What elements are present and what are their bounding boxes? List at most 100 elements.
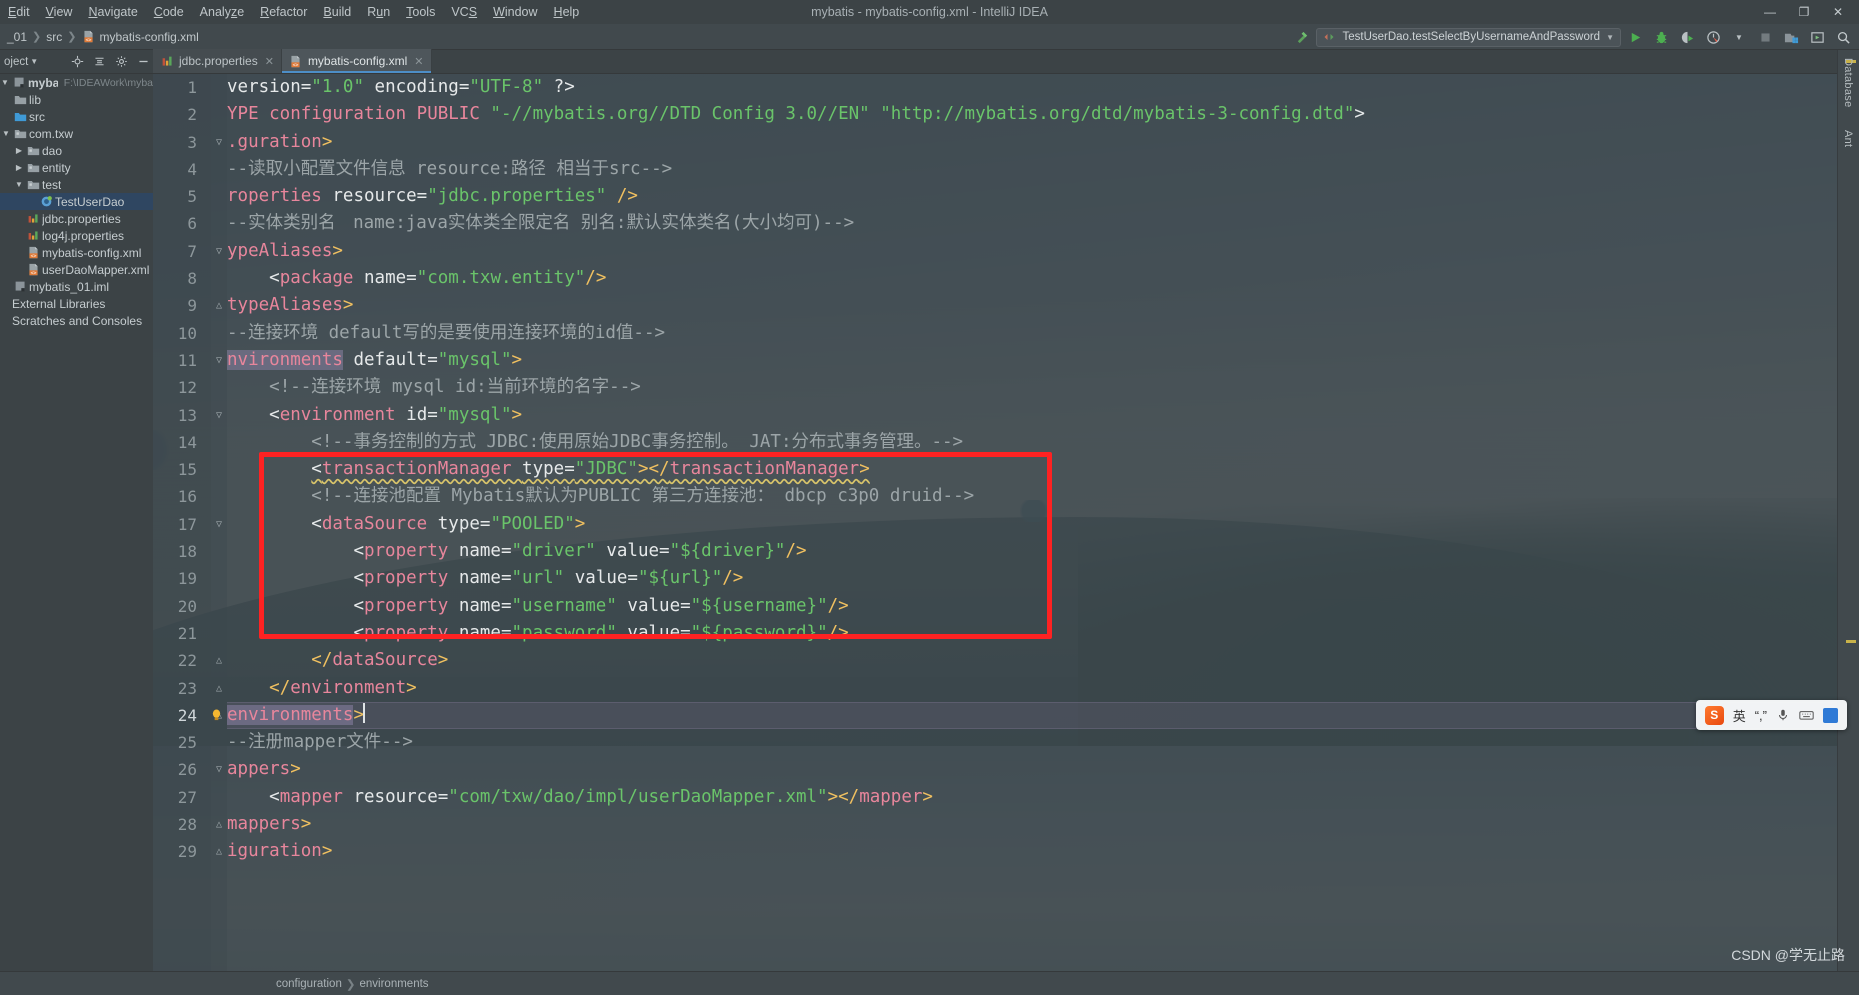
locate-icon[interactable] (67, 52, 87, 72)
tree-item-jdbc-properties[interactable]: jdbc.properties (0, 210, 153, 227)
code-editor[interactable]: 1 version="1.0" encoding="UTF-8" ?> 2 YPE c… (153, 74, 1837, 971)
breadcrumb-item-file[interactable]: <> mybatis-config.xml (78, 30, 201, 44)
code-line[interactable]: 4 --读取小配置文件信息 resource:路径 相当于src--> (153, 156, 1837, 183)
fold-expand-icon[interactable]: ▽ (211, 756, 227, 783)
tree-item-com-txw[interactable]: ▼ com.txw (0, 125, 153, 142)
coverage-icon[interactable] (1675, 26, 1699, 48)
settings-gear-icon[interactable] (111, 52, 131, 72)
fold-collapse-icon[interactable]: △ (211, 292, 227, 319)
tree-item-external-libraries[interactable]: External Libraries (0, 295, 153, 312)
layout-icon[interactable] (1805, 26, 1829, 48)
editor-tab-mybatis-config-xml[interactable]: <> mybatis-config.xml ✕ (281, 49, 432, 73)
ime-punctuation-toggle[interactable]: “,” (1755, 708, 1767, 723)
code-line[interactable]: 12 <!--连接环境 mysql id:当前环境的名字--> (153, 374, 1837, 401)
tool-window-button-database[interactable]: Database (1841, 54, 1855, 112)
menu-item-help[interactable]: Help (546, 0, 588, 24)
run-icon[interactable] (1623, 26, 1647, 48)
run-configuration-selector[interactable]: TestUserDao.testSelectByUsernameAndPassw… (1316, 27, 1621, 47)
menu-item-view[interactable]: View (38, 0, 81, 24)
fold-collapse-icon[interactable]: △ (211, 838, 227, 865)
close-icon[interactable]: ✕ (414, 55, 423, 68)
close-button[interactable]: ✕ (1821, 0, 1855, 24)
code-line[interactable]: 26 ▽ appers> (153, 756, 1837, 783)
code-line[interactable]: 3 ▽ .guration> (153, 129, 1837, 156)
code-line[interactable]: 20 <property name="username" value="${us… (153, 593, 1837, 620)
menu-item-edit[interactable]: Edit (0, 0, 38, 24)
code-line[interactable]: 16 <!--连接池配置 Mybatis默认为PUBLIC 第三方连接池： db… (153, 483, 1837, 510)
fold-collapse-icon[interactable]: △ (211, 647, 227, 674)
breadcrumb-item-project[interactable]: _01 (4, 30, 30, 44)
tree-item-mybatis-config-xml[interactable]: <> mybatis-config.xml (0, 244, 153, 261)
hide-tool-window-icon[interactable] (133, 52, 153, 72)
tool-window-button-ant[interactable]: Ant (1841, 126, 1855, 151)
tree-item-lib[interactable]: lib (0, 91, 153, 108)
keyboard-icon[interactable] (1799, 708, 1814, 722)
code-line[interactable]: 25 --注册mapper文件--> (153, 729, 1837, 756)
tree-item-mybatis-01[interactable]: ▼ mybatis_01 F:\IDEAWork\myba (0, 74, 153, 91)
build-hammer-icon[interactable] (1290, 26, 1314, 48)
menu-item-run[interactable]: Run (359, 0, 398, 24)
microphone-icon[interactable] (1776, 708, 1790, 722)
menu-item-tools[interactable]: Tools (398, 0, 443, 24)
stop-icon[interactable] (1753, 26, 1777, 48)
project-tree[interactable]: ▼ mybatis_01 F:\IDEAWork\myba lib src ▼ com.tx… (0, 74, 153, 971)
code-line[interactable]: 9 △ typeAliases> (153, 292, 1837, 319)
code-line[interactable]: 15 <transactionManager type="JDBC"></tra… (153, 456, 1837, 483)
twisty-collapsed-icon[interactable]: ▶ (14, 142, 24, 159)
menu-item-window[interactable]: Window (485, 0, 545, 24)
code-line[interactable]: 21 <property name="password" value="${pa… (153, 620, 1837, 647)
toolbox-icon[interactable] (1823, 707, 1838, 723)
fold-expand-icon[interactable]: ▽ (211, 129, 227, 156)
tree-item-src[interactable]: src (0, 108, 153, 125)
menu-item-build[interactable]: Build (315, 0, 359, 24)
close-icon[interactable]: ✕ (265, 55, 274, 68)
tree-item-entity[interactable]: ▶ entity (0, 159, 153, 176)
tree-item-userdaomapper-xml[interactable]: <> userDaoMapper.xml (0, 261, 153, 278)
menu-item-analyze[interactable]: Analyze (192, 0, 252, 24)
sogou-ime-logo-icon[interactable]: S (1704, 705, 1724, 725)
maximize-button[interactable]: ❐ (1787, 0, 1821, 24)
fold-expand-icon[interactable]: ▽ (211, 511, 227, 538)
code-line[interactable]: 8 <package name="com.txw.entity"/> (153, 265, 1837, 292)
chevron-down-icon[interactable]: ▼ (30, 57, 38, 66)
code-line[interactable]: 18 <property name="driver" value="${driv… (153, 538, 1837, 565)
twisty-collapsed-icon[interactable]: ▶ (14, 159, 24, 176)
project-tool-window-title[interactable]: oject (2, 56, 28, 68)
editor-tab-jdbc-properties[interactable]: jdbc.properties ✕ (153, 49, 282, 73)
fold-expand-icon[interactable]: ▽ (211, 238, 227, 265)
minimize-button[interactable]: — (1753, 0, 1787, 24)
tree-item-mybatis-01-iml[interactable]: mybatis_01.iml (0, 278, 153, 295)
code-line[interactable]: 27 <mapper resource="com/txw/dao/impl/us… (153, 784, 1837, 811)
code-line[interactable]: 11 ▽ nvironments default="mysql"> (153, 347, 1837, 374)
code-line[interactable]: 5 roperties resource="jdbc.properties" /> (153, 183, 1837, 210)
menu-item-vcs[interactable]: VCS (443, 0, 485, 24)
code-line[interactable]: 28 △ mappers> (153, 811, 1837, 838)
twisty-expanded-icon[interactable]: ▼ (14, 176, 24, 193)
intention-bulb-icon[interactable] (209, 702, 223, 729)
code-line[interactable]: 19 <property name="url" value="${url}"/> (153, 565, 1837, 592)
code-line[interactable]: 24△environments> (153, 701, 1837, 730)
code-line[interactable]: 14 <!--事务控制的方式 JDBC:使用原始JDBC事务控制。 JAT:分布… (153, 429, 1837, 456)
menu-item-refactor[interactable]: Refactor (252, 0, 315, 24)
menu-item-navigate[interactable]: Navigate (80, 0, 145, 24)
debug-icon[interactable] (1649, 26, 1673, 48)
code-line[interactable]: 13 ▽ <environment id="mysql"> (153, 402, 1837, 429)
code-line[interactable]: 22 △ </dataSource> (153, 647, 1837, 674)
status-breadcrumb-environments[interactable]: environments (360, 978, 429, 990)
code-content[interactable]: 1 version="1.0" encoding="UTF-8" ?> 2 YPE c… (153, 74, 1837, 971)
chevron-down-icon[interactable]: ▼ (1727, 26, 1751, 48)
twisty-expanded-icon[interactable]: ▼ (1, 125, 11, 142)
tree-item-test[interactable]: ▼ test (0, 176, 153, 193)
tree-item-scratches-and-consoles[interactable]: Scratches and Consoles (0, 312, 153, 329)
fold-collapse-icon[interactable]: △ (211, 811, 227, 838)
code-line[interactable]: 6 --实体类别名 name:java实体类全限定名 别名:默认实体类名(大小均可… (153, 210, 1837, 237)
code-line[interactable]: 29 △ iguration> (153, 838, 1837, 865)
tree-item-dao[interactable]: ▶ dao (0, 142, 153, 159)
code-line[interactable]: 2 YPE configuration PUBLIC "-//mybatis.or… (153, 101, 1837, 128)
fold-expand-icon[interactable]: ▽ (211, 402, 227, 429)
twisty-expanded-icon[interactable]: ▼ (0, 74, 10, 91)
search-icon[interactable] (1831, 26, 1855, 48)
code-line[interactable]: 17 ▽ <dataSource type="POOLED"> (153, 511, 1837, 538)
ime-mode-label[interactable]: 英 (1733, 706, 1746, 725)
menu-item-code[interactable]: Code (146, 0, 192, 24)
